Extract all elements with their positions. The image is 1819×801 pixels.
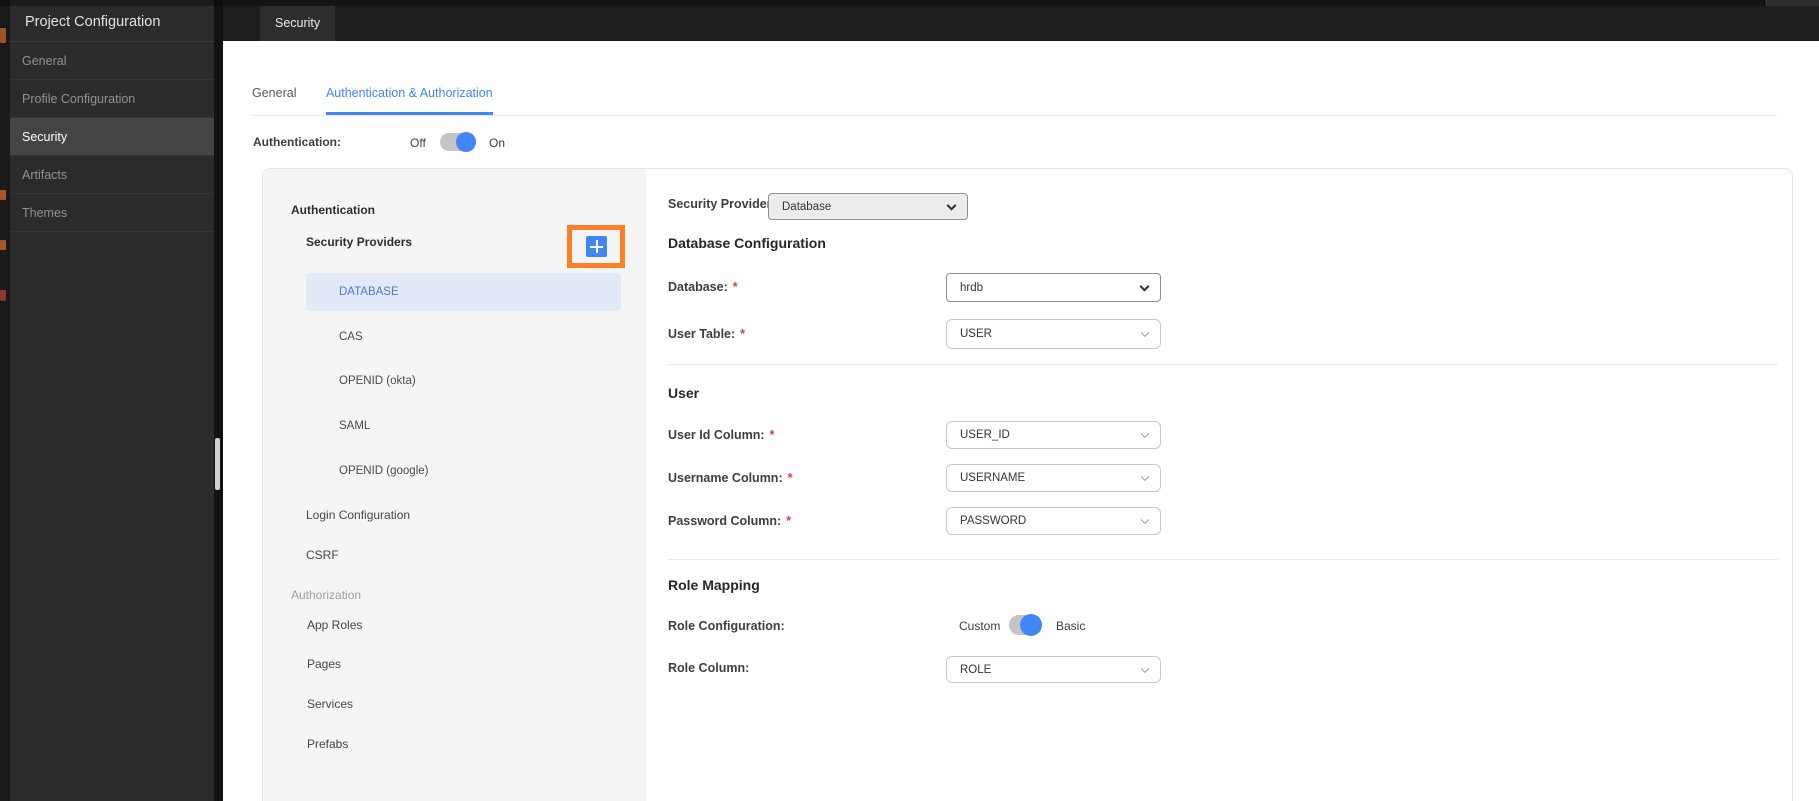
scrollbar-track	[214, 0, 223, 801]
user-id-label-text: User Id Column:	[668, 428, 765, 442]
password-column-select[interactable]: PASSWORD	[946, 507, 1161, 535]
role-column-value: ROLE	[960, 663, 992, 676]
nav-item-login-configuration[interactable]: Login Configuration	[306, 508, 410, 522]
rail-icon-fragment	[0, 290, 6, 301]
required-asterisk: *	[732, 280, 738, 294]
role-column-label: Role Column:	[668, 661, 750, 675]
nav-item-security-providers[interactable]: Security Providers	[306, 235, 412, 249]
user-id-column-select[interactable]: USER_ID	[946, 421, 1161, 449]
nav-heading-authorization: Authorization	[291, 588, 362, 602]
chevron-down-icon	[1140, 664, 1150, 673]
nav-item-pages[interactable]: Pages	[307, 657, 341, 671]
auth-nav-panel: Authentication Security Providers DATABA…	[263, 169, 646, 801]
role-column-select[interactable]: ROLE	[946, 656, 1161, 683]
role-toggle-custom-label: Custom	[959, 619, 1001, 633]
toggle-off-label: Off	[410, 136, 426, 150]
authentication-toggle-row: Authentication: Off On	[253, 132, 653, 155]
nav-item-prefabs[interactable]: Prefabs	[307, 737, 348, 751]
password-value: PASSWORD	[960, 515, 1027, 527]
plus-icon	[586, 236, 607, 257]
add-provider-button[interactable]	[586, 236, 607, 257]
section-title-user: User	[668, 385, 700, 401]
required-asterisk: *	[786, 514, 792, 528]
section-title-database-configuration: Database Configuration	[668, 235, 826, 251]
nav-item-services[interactable]: Services	[307, 697, 353, 711]
sidebar-item-profile-configuration[interactable]: Profile Configuration	[10, 80, 214, 118]
database-label: Database: *	[668, 280, 738, 294]
user-table-value: USER	[960, 328, 992, 340]
sidebar-item-artifacts[interactable]: Artifacts	[10, 156, 214, 194]
section-divider	[668, 559, 1778, 560]
toggle-on-label: On	[489, 136, 506, 150]
chevron-down-icon	[1140, 328, 1150, 338]
chevron-down-icon	[1140, 515, 1150, 525]
rail-icon-fragment	[0, 190, 6, 200]
add-provider-highlight-box	[567, 225, 625, 268]
sidebar-title: Project Configuration	[10, 0, 214, 42]
tab-general[interactable]: General	[252, 86, 296, 115]
sidebar: Project Configuration General Profile Co…	[10, 0, 214, 801]
chevron-down-icon	[1140, 429, 1150, 439]
top-tab-security[interactable]: Security	[260, 6, 336, 41]
section-title-role-mapping: Role Mapping	[668, 577, 760, 593]
provider-item-saml[interactable]: SAML	[306, 407, 621, 445]
rail-icon-fragment	[0, 240, 6, 250]
user-table-label: User Table: *	[668, 327, 745, 341]
section-divider	[668, 364, 1778, 365]
top-strip-right	[1764, 0, 1819, 6]
provider-item-cas[interactable]: CAS	[306, 318, 621, 356]
password-column-label: Password Column: *	[668, 514, 791, 528]
security-provider-value: Database	[782, 200, 832, 213]
main-content: General Authentication & Authorization A…	[223, 41, 1819, 801]
password-label-text: Password Column:	[668, 514, 782, 528]
tabbar: General Authentication & Authorization	[252, 84, 1777, 116]
sidebar-item-security[interactable]: Security	[10, 118, 214, 156]
user-table-select[interactable]: USER	[946, 319, 1161, 349]
security-provider-label: Security Provider	[668, 197, 772, 211]
chevron-down-icon	[946, 200, 957, 211]
required-asterisk: *	[787, 471, 793, 485]
user-id-value: USER_ID	[960, 429, 1010, 441]
provider-item-openid-google[interactable]: OPENID (google)	[306, 452, 621, 490]
username-column-label: Username Column: *	[668, 471, 792, 485]
topbar: Security	[223, 0, 1819, 41]
role-configuration-toggle[interactable]	[1009, 614, 1042, 636]
sidebar-item-general[interactable]: General	[10, 42, 214, 80]
database-value: hrdb	[960, 281, 984, 294]
sidebar-item-themes[interactable]: Themes	[10, 194, 214, 232]
nav-heading-authentication: Authentication	[291, 203, 375, 217]
settings-card: Authentication Security Providers DATABA…	[262, 168, 1793, 801]
username-value: USERNAME	[960, 472, 1026, 484]
user-id-column-label: User Id Column: *	[668, 428, 774, 442]
required-asterisk: *	[740, 327, 746, 341]
required-asterisk: *	[769, 428, 775, 442]
database-select[interactable]: hrdb	[946, 273, 1161, 302]
toggle-knob	[1020, 614, 1042, 636]
tab-authentication-authorization[interactable]: Authentication & Authorization	[325, 86, 493, 115]
rail-icon-fragment	[0, 28, 6, 43]
nav-item-app-roles[interactable]: App Roles	[307, 618, 362, 632]
top-strip	[0, 0, 1819, 6]
scrollbar-thumb[interactable]	[215, 438, 220, 490]
provider-item-openid-okta[interactable]: OPENID (okta)	[306, 362, 621, 400]
database-label-text: Database:	[668, 280, 728, 294]
role-toggle-basic-label: Basic	[1056, 619, 1086, 633]
authentication-toggle[interactable]	[440, 132, 476, 152]
provider-item-database[interactable]: DATABASE	[306, 273, 621, 311]
username-column-select[interactable]: USERNAME	[946, 464, 1161, 492]
authentication-label: Authentication:	[253, 135, 341, 149]
user-table-label-text: User Table:	[668, 327, 736, 341]
username-label-text: Username Column:	[668, 471, 783, 485]
toggle-knob	[456, 132, 476, 152]
left-icon-rail	[0, 0, 10, 801]
role-configuration-label: Role Configuration:	[668, 619, 785, 633]
chevron-down-icon	[1140, 472, 1150, 482]
nav-item-csrf[interactable]: CSRF	[306, 548, 339, 562]
chevron-down-icon	[1139, 281, 1150, 292]
security-provider-select[interactable]: Database	[768, 193, 968, 220]
